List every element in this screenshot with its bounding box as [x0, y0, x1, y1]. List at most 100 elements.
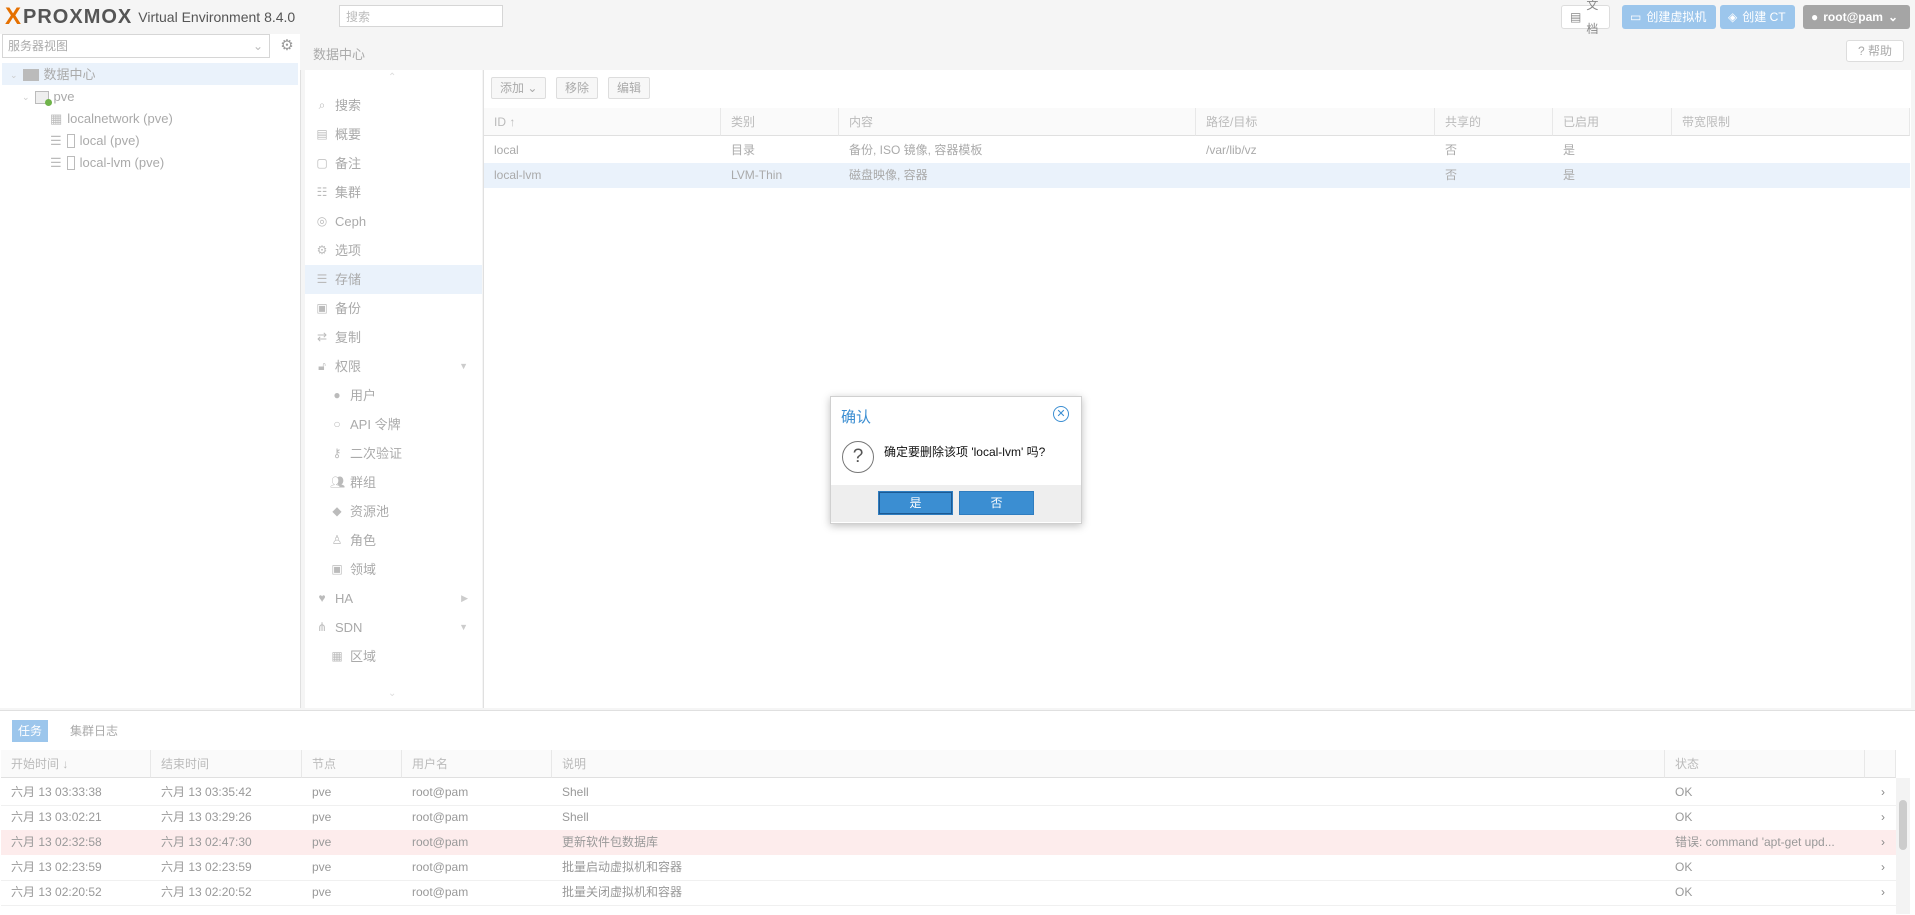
column-header-content[interactable]: 内容 — [839, 108, 1196, 136]
column-header-user[interactable]: 用户名 — [402, 750, 552, 778]
nav-item-groups[interactable]: 👥︎ 群组 — [305, 468, 482, 497]
cell-node: pve — [312, 785, 332, 799]
confirm-yes-button[interactable]: 是 — [878, 491, 953, 515]
unlock-icon: 🔓︎ — [318, 359, 326, 373]
nav-item-users[interactable]: ● 用户 — [305, 381, 482, 410]
nav-item-ceph[interactable]: ◎ Ceph — [305, 207, 482, 236]
chevron-right-icon[interactable]: › — [1871, 880, 1891, 905]
nav-label: 二次验证 — [350, 446, 403, 461]
nav-item-cluster[interactable]: ☷ 集群 — [305, 178, 482, 207]
scroll-up-icon[interactable]: ⌃ — [388, 72, 396, 83]
cell-user: root@pam — [412, 810, 469, 824]
create-ct-button[interactable]: ◈ 创建 CT — [1720, 5, 1795, 29]
chevron-down-icon: ⌄ — [527, 81, 538, 95]
column-header-status[interactable]: 状态 — [1665, 750, 1865, 778]
chevron-right-icon[interactable]: › — [1871, 830, 1891, 855]
task-row[interactable]: 六月 13 03:02:21 六月 13 03:29:26 pve root@p… — [1, 805, 1896, 831]
database-icon: ☰ — [316, 272, 328, 286]
global-search-input[interactable]: 搜索 — [339, 5, 503, 27]
task-row[interactable]: 六月 13 03:33:38 六月 13 03:35:42 pve root@p… — [1, 780, 1896, 806]
task-row-error[interactable]: 六月 13 02:32:58 六月 13 02:47:30 pve root@p… — [1, 830, 1896, 855]
nav-label: SDN — [335, 620, 363, 635]
nav-label: 角色 — [350, 533, 377, 548]
create-vm-button[interactable]: ▭ 创建虚拟机 — [1622, 5, 1716, 29]
column-header-end-time[interactable]: 结束时间 — [151, 750, 302, 778]
tree-item-datacenter[interactable]: ⌄ 数据中心 — [10, 65, 96, 85]
floppy-icon: ▣ — [316, 301, 328, 315]
nav-item-zones[interactable]: ▦ 区域 — [305, 642, 482, 671]
nav-item-backup[interactable]: ▣ 备份 — [305, 294, 482, 323]
table-row-selected[interactable]: local-lvm LVM-Thin 磁盘映像, 容器 否 是 — [484, 163, 1910, 188]
cell-status: OK — [1675, 810, 1693, 824]
column-header-path[interactable]: 路径/目标 — [1196, 108, 1435, 136]
column-header-node[interactable]: 节点 — [302, 750, 402, 778]
nav-label: Ceph — [335, 214, 367, 229]
user-icon: ● — [1811, 10, 1819, 24]
confirm-no-button[interactable]: 否 — [959, 491, 1034, 515]
chevron-right-icon[interactable]: › — [1871, 805, 1891, 830]
cell-shared: 否 — [1445, 168, 1458, 182]
chevron-right-icon[interactable]: › — [1871, 780, 1891, 805]
tab-cluster-log[interactable]: 集群日志 — [64, 720, 124, 742]
column-header-enabled[interactable]: 已启用 — [1553, 108, 1672, 136]
tab-tasks[interactable]: 任务 — [12, 720, 49, 742]
nav-item-pools[interactable]: ◆ 资源池 — [305, 497, 482, 526]
user-icon: ● — [333, 388, 341, 402]
remove-button[interactable]: 移除 — [556, 77, 599, 99]
gear-icon[interactable]: ⚙ — [276, 35, 298, 57]
edit-label: 编辑 — [617, 81, 642, 95]
nav-label: 备份 — [335, 301, 362, 316]
column-header-type[interactable]: 类别 — [721, 108, 839, 136]
nav-item-replication[interactable]: ⇄ 复制 — [305, 323, 482, 352]
nav-item-permissions[interactable]: 🔓︎ 权限 ▼ — [305, 352, 482, 381]
search-icon: ⌕ — [318, 98, 326, 112]
nav-item-roles[interactable]: ♙ 角色 — [305, 526, 482, 555]
nav-item-two-factor[interactable]: ⚷ 二次验证 — [305, 439, 482, 468]
table-row[interactable]: local 目录 备份, ISO 镜像, 容器模板 /var/lib/vz 否 … — [484, 138, 1910, 163]
nav-item-summary[interactable]: ▤ 概要 — [305, 120, 482, 149]
task-row[interactable]: 六月 13 02:23:59 六月 13 02:23:59 pve root@p… — [1, 855, 1896, 881]
nav-item-options[interactable]: ⚙ 选项 — [305, 236, 482, 265]
task-row[interactable]: 六月 13 02:20:52 六月 13 02:20:52 pve root@p… — [1, 880, 1896, 906]
book-icon: ▤ — [1570, 10, 1582, 24]
nav-item-realms[interactable]: ▣ 领域 — [305, 555, 482, 584]
view-selector[interactable]: 服务器视图 ⌄ — [2, 34, 270, 58]
nav-item-sdn[interactable]: ⋔ SDN ▼ — [305, 613, 482, 642]
column-header-shared[interactable]: 共享的 — [1435, 108, 1553, 136]
tree-item-storage-local-lvm[interactable]: ☰ local-lvm (pve) — [50, 153, 164, 173]
tree-item-node-pve[interactable]: ⌄ pve — [22, 87, 75, 107]
cell-content: 备份, ISO 镜像, 容器模板 — [849, 143, 983, 157]
cell-type: 目录 — [731, 143, 756, 157]
user-menu-button[interactable]: ● root@pam ⌄ — [1803, 5, 1910, 29]
nav-item-notes[interactable]: ▢ 备注 — [305, 149, 482, 178]
nav-item-ha[interactable]: ♥ HA ▶ — [305, 584, 482, 613]
edit-button[interactable]: 编辑 — [608, 77, 651, 99]
tree-item-storage-local[interactable]: ☰ local (pve) — [50, 131, 140, 151]
column-header-description[interactable]: 说明 — [552, 750, 1665, 778]
nav-item-search[interactable]: ⌕ 搜索 — [305, 91, 482, 120]
add-button[interactable]: 添加 ⌄ — [491, 77, 547, 99]
cell-end: 六月 13 02:47:30 — [161, 835, 252, 849]
cell-id: local-lvm — [494, 168, 542, 182]
help-button[interactable]: ? 帮助 — [1846, 40, 1904, 62]
column-header-start-time[interactable]: 开始时间 ↓ — [1, 750, 151, 778]
logo-x-icon: X — [5, 3, 22, 30]
cell-end: 六月 13 02:23:59 — [161, 860, 252, 874]
nav-label: 区域 — [350, 649, 377, 664]
cell-end: 六月 13 02:20:52 — [161, 885, 252, 899]
chevron-right-icon[interactable]: › — [1871, 855, 1891, 880]
column-header-bandwidth[interactable]: 带宽限制 — [1672, 108, 1910, 136]
scroll-down-icon[interactable]: ⌄ — [388, 688, 396, 699]
nav-item-storage[interactable]: ☰ 存储 — [305, 265, 482, 294]
nav-item-api-tokens[interactable]: ○ API 令牌 — [305, 410, 482, 439]
cell-status: 错误: command 'apt-get upd... — [1675, 835, 1835, 849]
task-scrollbar-thumb[interactable] — [1899, 800, 1907, 850]
nav-label: 概要 — [335, 127, 362, 142]
proxmox-logo[interactable]: X PROXMOX Virtual Environment 8.4.0 — [5, 3, 295, 30]
cell-status: OK — [1675, 860, 1693, 874]
close-icon[interactable]: ✕ — [1053, 406, 1069, 422]
tree-item-localnetwork[interactable]: ▦ localnetwork (pve) — [50, 109, 173, 129]
docs-button[interactable]: ▤ 文档 — [1561, 0, 1610, 36]
column-header-id[interactable]: ID ↑ — [484, 108, 721, 136]
sdn-icon: ⋔ — [316, 620, 328, 634]
